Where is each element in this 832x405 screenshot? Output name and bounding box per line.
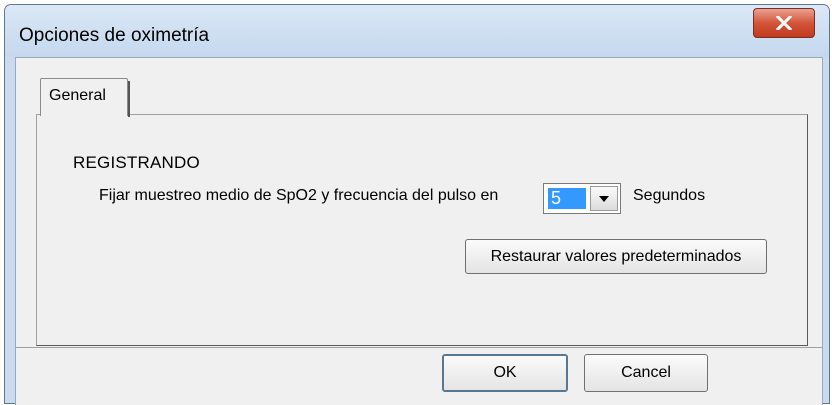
dialog-client-area: General REGISTRANDO Fijar muestreo medio… [15, 57, 823, 405]
tab-panel-general: REGISTRANDO Fijar muestreo medio de SpO2… [36, 114, 808, 346]
tab-general-label: General [49, 87, 106, 104]
dialog-window: Opciones de oximetría General REGISTRAND… [4, 4, 830, 405]
dropdown-arrow-button[interactable] [590, 186, 618, 211]
close-x-icon [776, 16, 792, 30]
sample-seconds-value: 5 [548, 188, 586, 209]
section-heading: REGISTRANDO [73, 153, 200, 172]
restore-defaults-button[interactable]: Restaurar valores predeterminados [465, 239, 767, 274]
ok-button[interactable]: OK [442, 354, 568, 392]
seconds-units-label: Segundos [633, 187, 706, 204]
sample-average-label: Fijar muestreo medio de SpO2 y frecuenci… [99, 187, 499, 204]
close-button[interactable] [753, 8, 815, 38]
title-bar[interactable]: Opciones de oximetría [5, 5, 829, 57]
cancel-button[interactable]: Cancel [584, 354, 708, 392]
chevron-down-icon [599, 195, 609, 202]
window-title: Opciones de oximetría [19, 25, 210, 46]
footer-divider [16, 347, 822, 348]
sample-seconds-dropdown[interactable]: 5 [543, 183, 621, 214]
tab-general[interactable]: General [40, 78, 130, 117]
